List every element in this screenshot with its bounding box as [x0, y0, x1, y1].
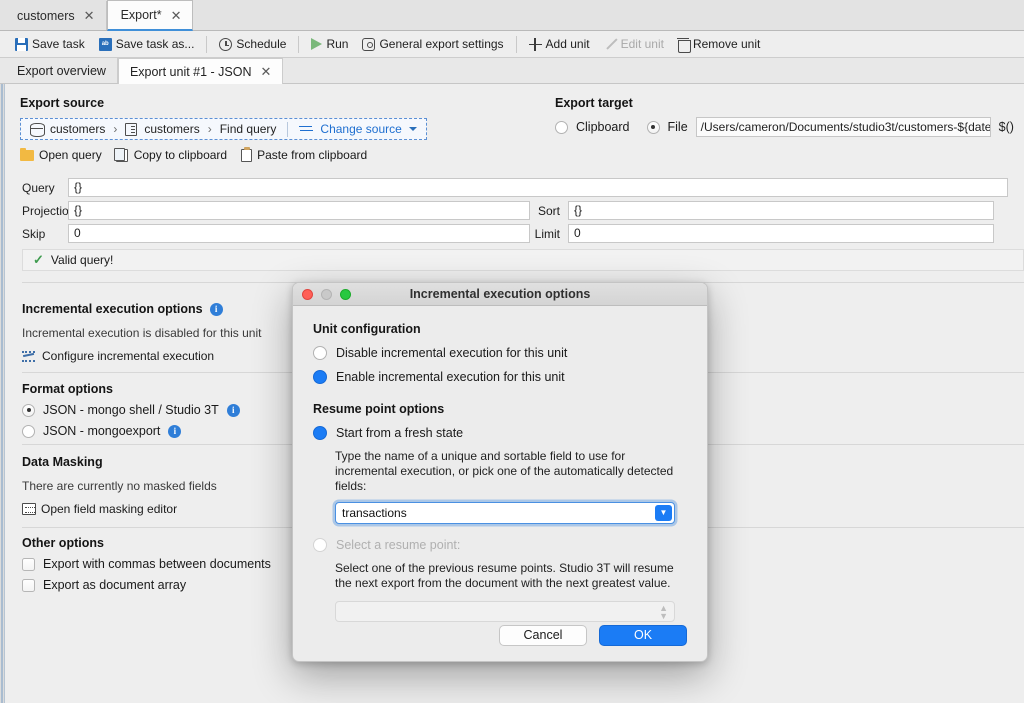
- unit-configuration-heading: Unit configuration: [313, 322, 421, 336]
- select-resume-hint: Select one of the previous resume points…: [335, 561, 674, 590]
- dialog-title: Incremental execution options: [409, 287, 591, 301]
- option-select-resume-point: Select a resume point:: [313, 538, 687, 552]
- dialog-title-bar[interactable]: Incremental execution options: [293, 283, 707, 306]
- dialog-footer: Cancel OK: [293, 609, 707, 661]
- radio-select-resume-point: [313, 538, 327, 552]
- resume-point-heading: Resume point options: [313, 402, 445, 416]
- option-disable-incremental[interactable]: Disable incremental execution for this u…: [313, 346, 687, 360]
- maximize-window-icon[interactable]: [340, 289, 351, 300]
- radio-start-fresh-state[interactable]: [313, 426, 327, 440]
- option-label: Disable incremental execution for this u…: [336, 346, 568, 360]
- cancel-button[interactable]: Cancel: [499, 624, 587, 646]
- close-window-icon[interactable]: [302, 289, 313, 300]
- option-start-fresh-state[interactable]: Start from a fresh state: [313, 426, 687, 440]
- ok-button[interactable]: OK: [599, 624, 687, 646]
- minimize-window-icon: [321, 289, 332, 300]
- fresh-state-hint: Type the name of a unique and sortable f…: [335, 449, 674, 493]
- option-label: Enable incremental execution for this un…: [336, 370, 565, 384]
- radio-enable-incremental[interactable]: [313, 370, 327, 384]
- resume-field-input[interactable]: [336, 505, 646, 521]
- dialog-body: Unit configuration Disable incremental e…: [293, 306, 707, 622]
- window-controls: [302, 289, 351, 300]
- option-enable-incremental[interactable]: Enable incremental execution for this un…: [313, 370, 687, 384]
- option-label: Select a resume point:: [336, 538, 461, 552]
- incremental-execution-dialog: Incremental execution options Unit confi…: [292, 282, 708, 662]
- app-window: customers ✕ Export* ✕ Save task ab Save …: [0, 0, 1024, 703]
- resume-field-combobox[interactable]: ▼: [335, 502, 675, 524]
- chevron-down-icon[interactable]: ▼: [655, 505, 672, 521]
- radio-disable-incremental[interactable]: [313, 346, 327, 360]
- option-label: Start from a fresh state: [336, 426, 464, 440]
